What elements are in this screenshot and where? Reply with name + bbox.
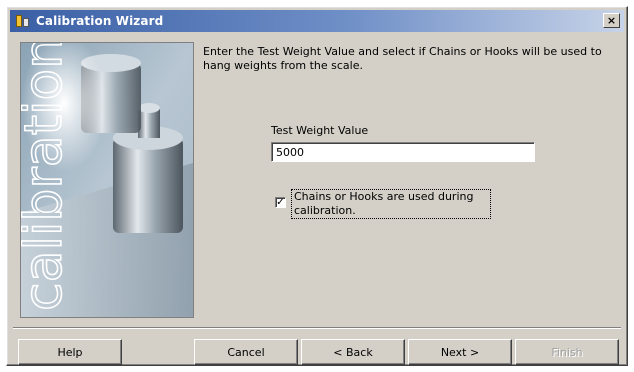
cancel-button-label: Cancel: [227, 345, 265, 359]
next-button-label: Next >: [440, 345, 480, 359]
finish-button: Finish: [515, 339, 619, 365]
back-button[interactable]: < Back: [301, 339, 405, 365]
window-title: Calibration Wizard: [36, 14, 164, 28]
test-weight-input[interactable]: [271, 142, 535, 162]
close-icon: ×: [606, 14, 617, 27]
test-weight-label: Test Weight Value: [271, 124, 369, 137]
calibration-watermark-text: calibration: [21, 43, 74, 311]
chains-hooks-checkbox[interactable]: ✓: [275, 197, 286, 208]
back-button-label: < Back: [333, 345, 373, 359]
button-separator: [13, 327, 621, 329]
calibration-side-image: calibration: [20, 42, 194, 318]
calibration-wizard-window: Calibration Wizard × calibration Enter t…: [6, 6, 628, 366]
help-button-label: Help: [57, 345, 83, 359]
next-button[interactable]: Next >: [408, 339, 512, 365]
finish-button-label: Finish: [551, 345, 583, 359]
scale-icon: [16, 14, 30, 28]
help-button[interactable]: Help: [18, 339, 122, 365]
instruction-text: Enter the Test Weight Value and select i…: [203, 45, 602, 72]
cancel-button[interactable]: Cancel: [194, 339, 298, 365]
chains-hooks-option[interactable]: ✓ Chains or Hooks are used during calibr…: [275, 189, 491, 219]
chains-hooks-label[interactable]: Chains or Hooks are used during calibrat…: [291, 189, 491, 219]
title-bar[interactable]: Calibration Wizard ×: [10, 10, 624, 32]
close-button[interactable]: ×: [603, 13, 620, 28]
